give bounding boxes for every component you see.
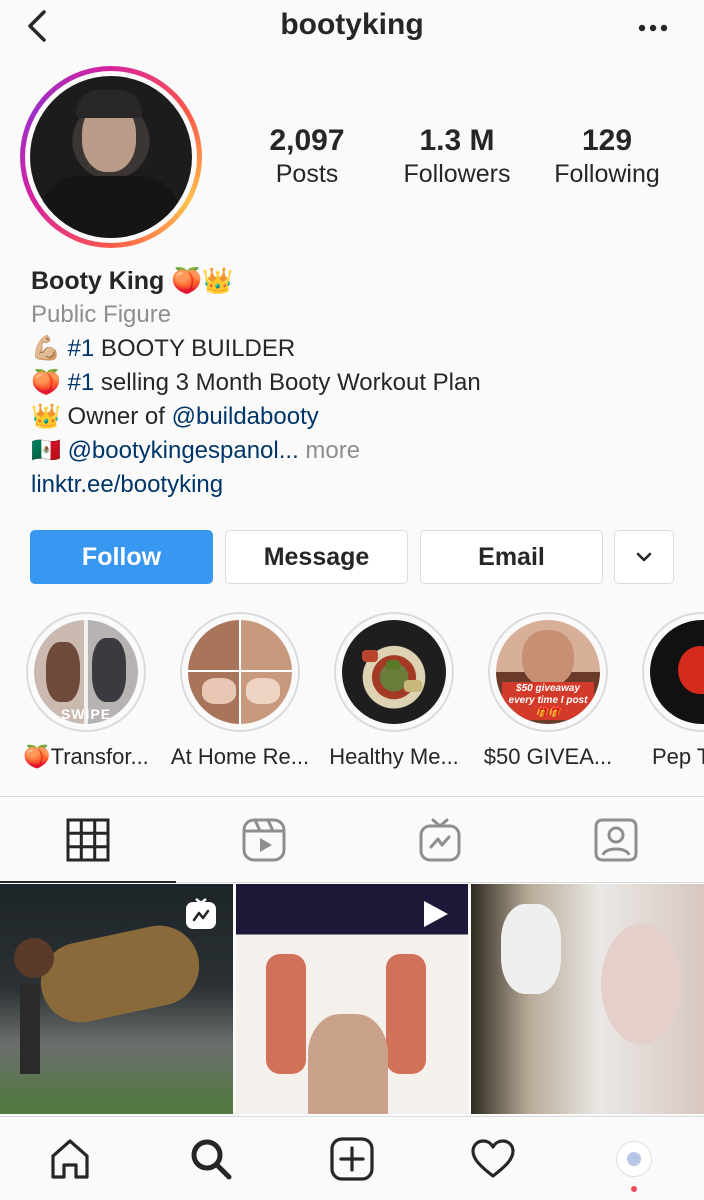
igtv-icon — [419, 818, 461, 861]
highlight-label: At Home Re... — [170, 744, 310, 769]
highlight-label: $50 GIVEA... — [483, 744, 613, 769]
bio-line: 🍑 #1 selling 3 Month Booty Workout Plan — [31, 366, 681, 400]
post-thumbnail[interactable] — [235, 884, 469, 1114]
profile-category: Public Figure — [31, 301, 172, 328]
bottom-navigation — [0, 1116, 704, 1200]
username-title: bootyking — [280, 8, 424, 41]
highlight-item[interactable]: Pep T — [632, 612, 704, 770]
bio-text: Owner of — [60, 403, 172, 430]
crown-icon: 👑 — [31, 403, 61, 430]
bio-line: 💪🏼 #1 BOOTY BUILDER — [31, 332, 681, 366]
post-thumbnail[interactable] — [471, 884, 704, 1114]
reels-icon — [242, 818, 286, 861]
tab-igtv[interactable] — [352, 797, 528, 882]
profile-stats: 2,097 Posts 1.3 M Followers 129 Followin… — [232, 124, 682, 189]
nav-home[interactable] — [0, 1117, 141, 1200]
notification-dot — [630, 1186, 637, 1192]
nav-profile[interactable] — [563, 1117, 704, 1200]
highlight-item[interactable]: $50 giveaway every time I post 🎁🎁 $50 GI… — [478, 612, 618, 770]
followers-count: 1.3 M — [419, 124, 495, 157]
nav-search[interactable] — [141, 1117, 282, 1200]
mention-link[interactable]: @bootykingespanol... — [68, 437, 299, 464]
mexico-flag-icon: 🇲🇽 — [31, 437, 61, 464]
posts-count: 2,097 — [269, 124, 345, 157]
posts-stat[interactable]: 2,097 Posts — [232, 124, 382, 189]
heart-icon — [471, 1138, 515, 1178]
top-bar: bootyking — [0, 0, 704, 56]
nav-activity[interactable] — [422, 1117, 563, 1200]
chevron-down-icon — [636, 552, 652, 562]
message-button[interactable]: Message — [225, 530, 408, 584]
followers-label: Followers — [403, 160, 511, 188]
bio-line: 👑 Owner of @buildabooty — [31, 400, 681, 434]
following-stat[interactable]: 129 Following — [532, 124, 682, 189]
followers-stat[interactable]: 1.3 M Followers — [382, 124, 532, 189]
bio-text: BOOTY BUILDER — [94, 335, 296, 362]
profile-bio: Booty King 🍑👑 Public Figure 💪🏼 #1 BOOTY … — [31, 264, 681, 502]
story-highlights: SWIPE 🍑Transfor... At Home Re... Healthy… — [0, 612, 704, 772]
home-icon — [51, 1138, 89, 1179]
highlight-label: Pep T — [652, 744, 704, 769]
following-count: 129 — [581, 124, 633, 157]
search-icon — [191, 1139, 232, 1179]
tagged-icon — [594, 818, 638, 861]
profile-name: Booty King 🍑👑 — [31, 267, 234, 295]
action-buttons: Follow Message Email — [30, 530, 674, 584]
profile-avatar[interactable] — [20, 66, 202, 248]
highlight-label: Healthy Me... — [329, 744, 459, 769]
mention-link[interactable]: @buildabooty — [172, 403, 319, 430]
tab-grid[interactable] — [0, 797, 176, 883]
highlight-overlay-text: $50 giveaway every time I post 🎁🎁 — [502, 682, 594, 720]
follow-button[interactable]: Follow — [30, 530, 213, 584]
bio-text: selling 3 Month Booty Workout Plan — [94, 369, 481, 396]
flexed-biceps-icon: 💪🏼 — [31, 335, 61, 362]
peach-icon: 🍑 — [31, 369, 61, 396]
tab-reels[interactable] — [176, 797, 352, 882]
profile-tabs — [0, 797, 704, 883]
post-thumbnail[interactable] — [0, 884, 233, 1114]
hashtag[interactable]: #1 — [68, 335, 95, 362]
igtv-badge-icon — [185, 898, 217, 935]
more-link[interactable]: more — [299, 437, 360, 464]
profile-avatar-icon — [615, 1140, 652, 1177]
more-options-icon[interactable] — [638, 14, 668, 34]
nav-new-post[interactable] — [282, 1117, 423, 1200]
following-label: Following — [554, 160, 660, 188]
tab-tagged[interactable] — [528, 797, 704, 882]
highlight-item[interactable]: SWIPE 🍑Transfor... — [16, 612, 156, 770]
add-post-icon — [330, 1136, 374, 1181]
grid-icon — [66, 818, 110, 861]
highlight-item[interactable]: Healthy Me... — [324, 612, 464, 770]
posts-label: Posts — [275, 160, 339, 188]
bio-line: 🇲🇽 @bootykingespanol... more — [31, 434, 681, 468]
highlight-overlay-text: SWIPE — [60, 706, 112, 722]
suggested-dropdown-button[interactable] — [614, 530, 674, 584]
post-grid — [0, 884, 704, 1114]
video-play-icon — [420, 898, 452, 935]
email-button[interactable]: Email — [420, 530, 603, 584]
hashtag[interactable]: #1 — [68, 369, 95, 396]
highlight-label: 🍑Transfor... — [23, 744, 149, 769]
website-link[interactable]: linktr.ee/bootyking — [31, 468, 681, 502]
highlight-item[interactable]: At Home Re... — [170, 612, 310, 770]
